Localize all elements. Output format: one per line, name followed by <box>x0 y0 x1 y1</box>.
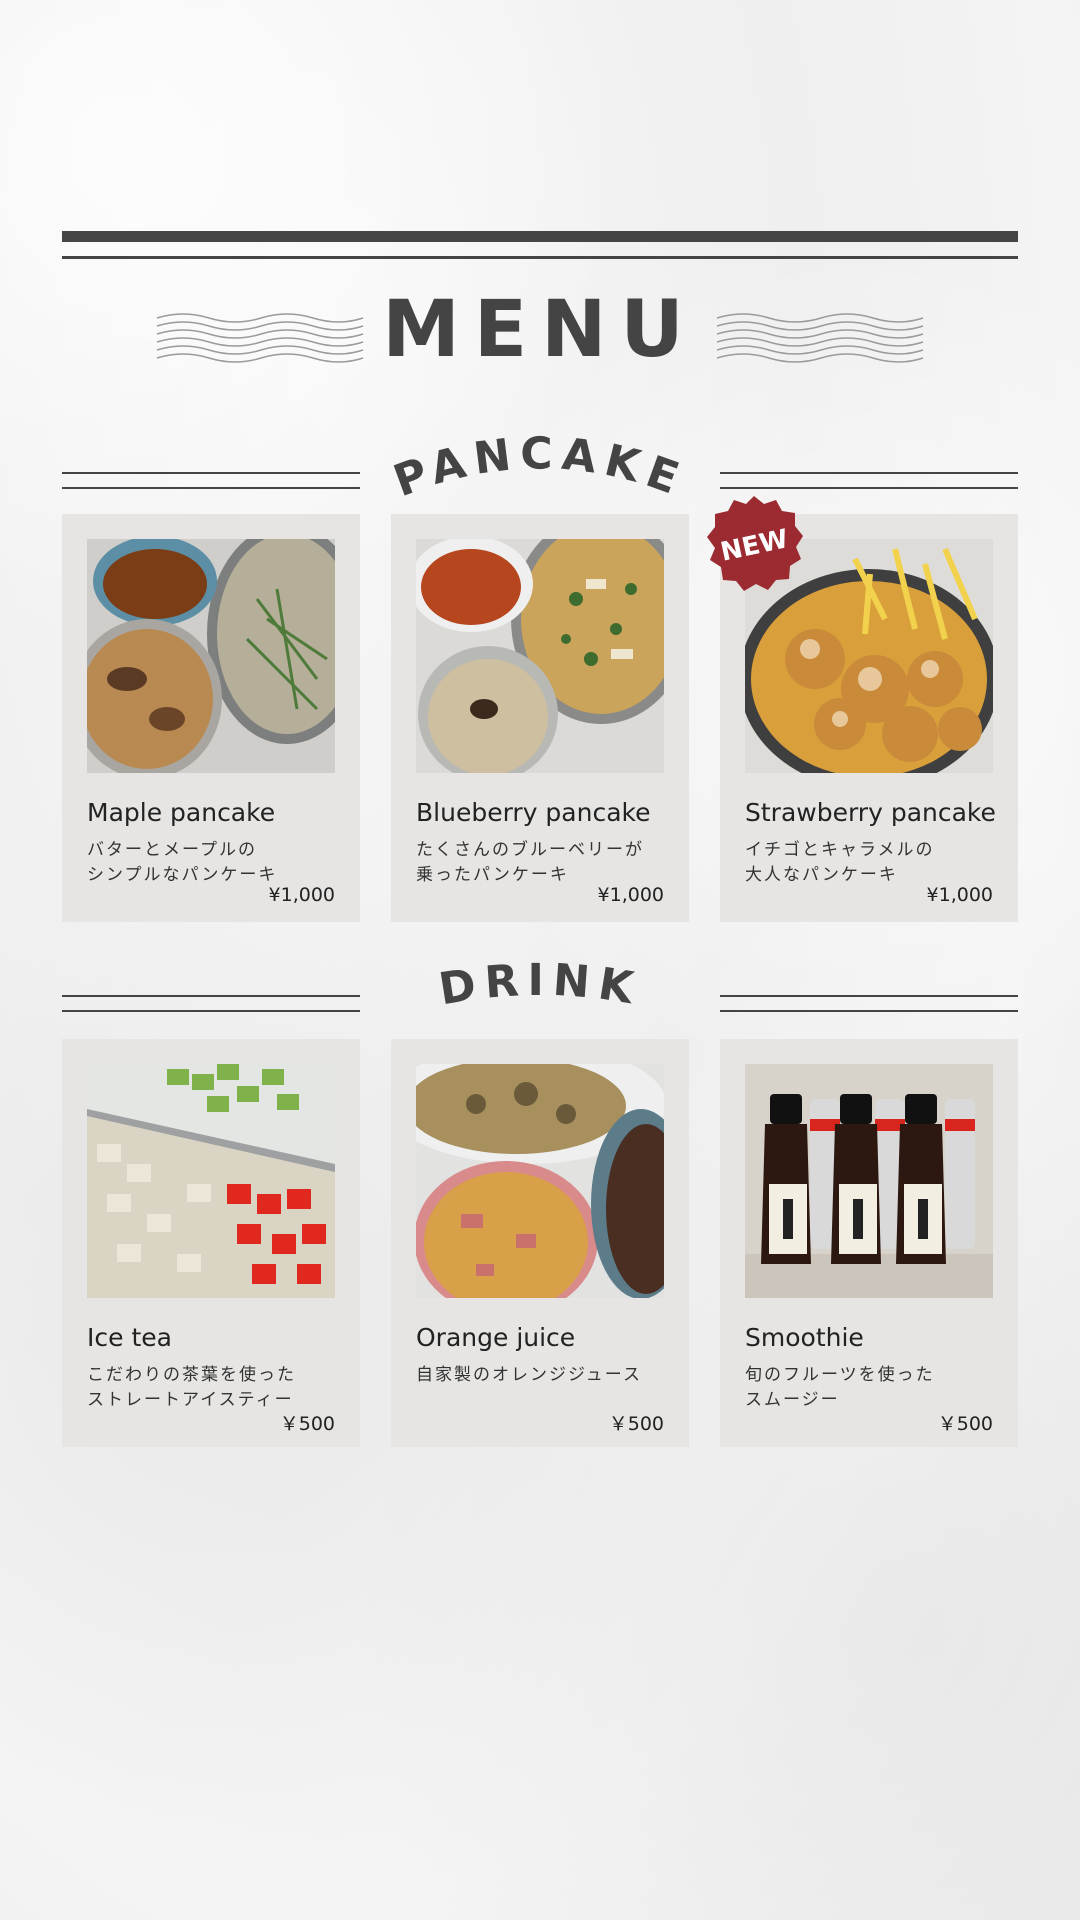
wave-lines-right-decoration <box>716 313 924 363</box>
stirfry-rice-photo <box>416 539 664 773</box>
item-description: こだわりの茶葉を使った ストレートアイスティー <box>87 1365 296 1410</box>
svg-text:DRINK: DRINK <box>435 955 644 1016</box>
new-badge: NEW <box>707 496 803 591</box>
section-heading-pancake: PANCAKE <box>387 430 692 507</box>
header-rule-thick <box>62 231 1018 242</box>
item-price: ￥500 <box>608 1413 664 1435</box>
rice-stew-photo <box>416 1064 664 1298</box>
item-description: バターとメープルの シンプルなパンケーキ <box>87 840 278 885</box>
menu-card[interactable]: Maple pancake バターとメープルの シンプルなパンケーキ ¥1,000 <box>62 514 360 922</box>
rice-bowls-photo <box>87 539 335 773</box>
item-price: ¥1,000 <box>926 884 993 906</box>
item-price: ¥1,000 <box>268 884 335 906</box>
menu-card[interactable]: Blueberry pancake たくさんのブルーベリーが 乗ったパンケーキ ¥… <box>391 514 689 922</box>
item-name: Smoothie <box>745 1323 864 1352</box>
item-name: Maple pancake <box>87 798 276 827</box>
section-heading-drink: DRINK <box>435 955 644 1016</box>
item-price: ￥500 <box>279 1413 335 1435</box>
item-name: Strawberry pancake <box>745 798 996 827</box>
item-name: Ice tea <box>87 1323 172 1352</box>
item-name: Orange juice <box>416 1323 576 1352</box>
menu-card[interactable]: Ice tea こだわりの茶葉を使った ストレートアイスティー ￥500 <box>62 1039 360 1447</box>
item-description: 旬のフルーツを使った スムージー <box>745 1365 935 1410</box>
chopped-vegetables-photo <box>87 1064 335 1298</box>
header-rule-thin <box>62 256 1018 259</box>
menu-card[interactable]: Orange juice 自家製のオレンジジュース ￥500 <box>391 1039 689 1447</box>
svg-text:PANCAKE: PANCAKE <box>387 430 692 507</box>
item-description: 自家製のオレンジジュース <box>416 1365 642 1385</box>
item-price: ￥500 <box>937 1413 993 1435</box>
item-price: ¥1,000 <box>597 884 664 906</box>
menu-card[interactable]: Smoothie 旬のフルーツを使った スムージー ￥500 <box>720 1039 1018 1447</box>
sauce-bottles-photo <box>745 1064 993 1298</box>
item-name: Blueberry pancake <box>416 798 651 827</box>
item-description: イチゴとキャラメルの 大人なパンケーキ <box>745 840 935 885</box>
item-description: たくさんのブルーベリーが 乗ったパンケーキ <box>416 840 644 885</box>
